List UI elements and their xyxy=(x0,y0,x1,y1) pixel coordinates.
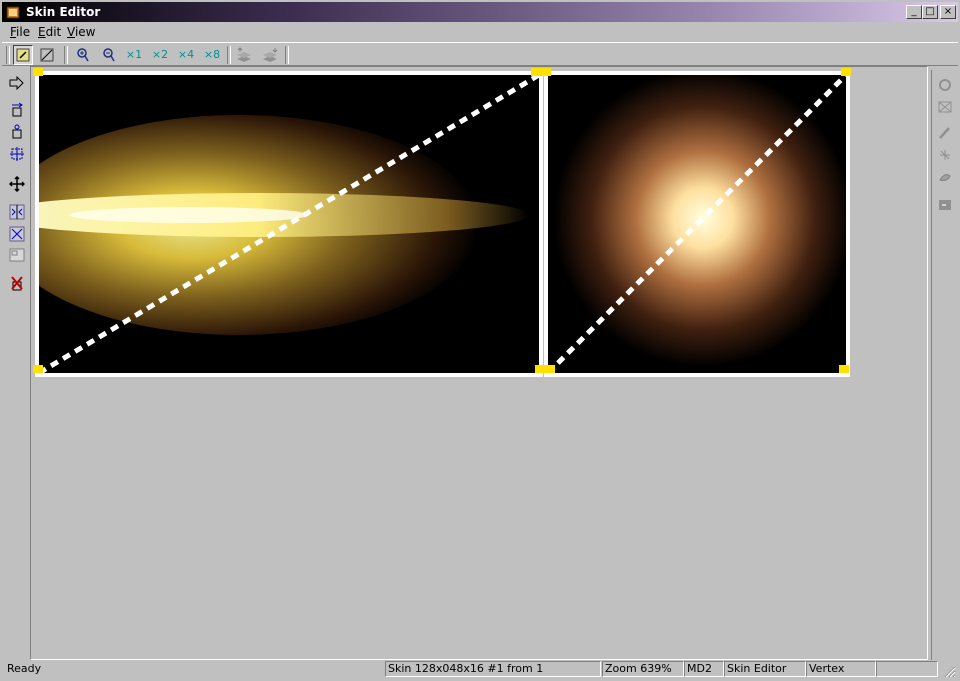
title-bar[interactable]: Skin Editor _ □ × xyxy=(2,2,958,22)
flip-horizontal-icon[interactable] xyxy=(6,204,28,224)
menu-edit-mnemonic: E xyxy=(38,25,46,39)
status-mode: Skin Editor xyxy=(724,661,806,677)
scale-icon[interactable] xyxy=(6,226,28,246)
paint-icon[interactable] xyxy=(934,170,956,190)
menu-file-label: ile xyxy=(16,25,31,39)
minimize-button[interactable]: _ xyxy=(906,5,922,19)
vertex-handle[interactable] xyxy=(535,365,555,373)
zoom-in-icon xyxy=(77,48,89,62)
menu-edit[interactable]: Edit xyxy=(38,25,61,39)
menu-bar: File Edit View xyxy=(2,23,958,41)
resize-grip-icon[interactable] xyxy=(942,664,956,678)
toolbar-separator xyxy=(227,46,231,64)
triangle-tool-button[interactable] xyxy=(37,45,57,65)
skin-panel-flame[interactable] xyxy=(35,71,543,377)
toolbar-separator xyxy=(285,46,289,64)
window-title: Skin Editor xyxy=(26,5,101,19)
close-button[interactable]: × xyxy=(940,5,956,19)
prev-skin-button[interactable] xyxy=(234,45,254,65)
status-skin-info: Skin 128x048x16 #1 from 1 xyxy=(385,661,601,677)
zoom-out-icon xyxy=(103,48,115,62)
zoom-in-button[interactable] xyxy=(73,45,93,65)
status-format: MD2 xyxy=(684,661,724,677)
skin-canvas[interactable] xyxy=(30,66,928,660)
vertex-handle[interactable] xyxy=(531,68,551,76)
next-skin-button[interactable] xyxy=(260,45,280,65)
flame-triangle-edge xyxy=(39,75,539,373)
glow-triangle-edge xyxy=(548,75,846,373)
rotate-icon[interactable] xyxy=(934,78,956,98)
paste-icon[interactable] xyxy=(934,198,956,218)
left-toolbox xyxy=(4,70,28,660)
vertex-handle[interactable] xyxy=(841,68,851,76)
vertex-handle[interactable] xyxy=(33,68,43,76)
status-empty xyxy=(876,661,938,677)
app-icon xyxy=(6,6,20,19)
pan-icon[interactable] xyxy=(6,175,28,196)
status-bar: Ready Skin 128x048x16 #1 from 1 Zoom 639… xyxy=(2,660,958,679)
select-vertex-icon[interactable] xyxy=(6,102,28,122)
menu-edit-label: dit xyxy=(45,25,62,39)
move-icon[interactable] xyxy=(6,75,28,96)
select-all-icon[interactable] xyxy=(6,146,28,166)
zoom-x8-button[interactable]: ×8 xyxy=(202,45,222,65)
zoom-out-button[interactable] xyxy=(99,45,119,65)
toolbar-separator xyxy=(64,46,68,64)
zoom-x2-button[interactable]: ×2 xyxy=(150,45,170,65)
toolbar-grip xyxy=(6,46,10,64)
vertex-handle[interactable] xyxy=(839,365,849,373)
zoom-x1-button[interactable]: ×1 xyxy=(124,45,144,65)
select-tool-button[interactable] xyxy=(13,45,33,65)
menu-file[interactable]: File xyxy=(10,25,30,39)
status-zoom: Zoom 639% xyxy=(602,661,684,677)
vertex-handle[interactable] xyxy=(33,365,43,373)
menu-view-label: iew xyxy=(74,25,96,39)
skin-panel-glow[interactable] xyxy=(544,71,850,377)
status-selection: Vertex xyxy=(806,661,876,677)
select-arrow-icon xyxy=(16,48,30,62)
menu-view-mnemonic: V xyxy=(67,25,75,39)
maximize-button[interactable]: □ xyxy=(922,5,938,19)
layers-down-icon xyxy=(263,48,278,62)
right-toolbox xyxy=(931,70,958,660)
triangle-icon xyxy=(40,48,54,62)
skin-editor-window: Skin Editor _ □ × File Edit View ×1 ×2 ×… xyxy=(0,0,960,681)
clone-icon[interactable] xyxy=(934,148,956,168)
select-triangle-icon[interactable] xyxy=(6,124,28,144)
view-icon[interactable] xyxy=(934,100,956,120)
delete-icon[interactable] xyxy=(6,276,28,296)
toolbar: ×1 ×2 ×4 ×8 xyxy=(2,42,958,66)
layers-up-icon xyxy=(237,47,251,62)
grid-icon[interactable] xyxy=(6,248,28,268)
pencil-icon[interactable] xyxy=(934,126,956,146)
zoom-x4-button[interactable]: ×4 xyxy=(176,45,196,65)
menu-view[interactable]: View xyxy=(67,25,95,39)
status-ready: Ready xyxy=(7,662,42,675)
